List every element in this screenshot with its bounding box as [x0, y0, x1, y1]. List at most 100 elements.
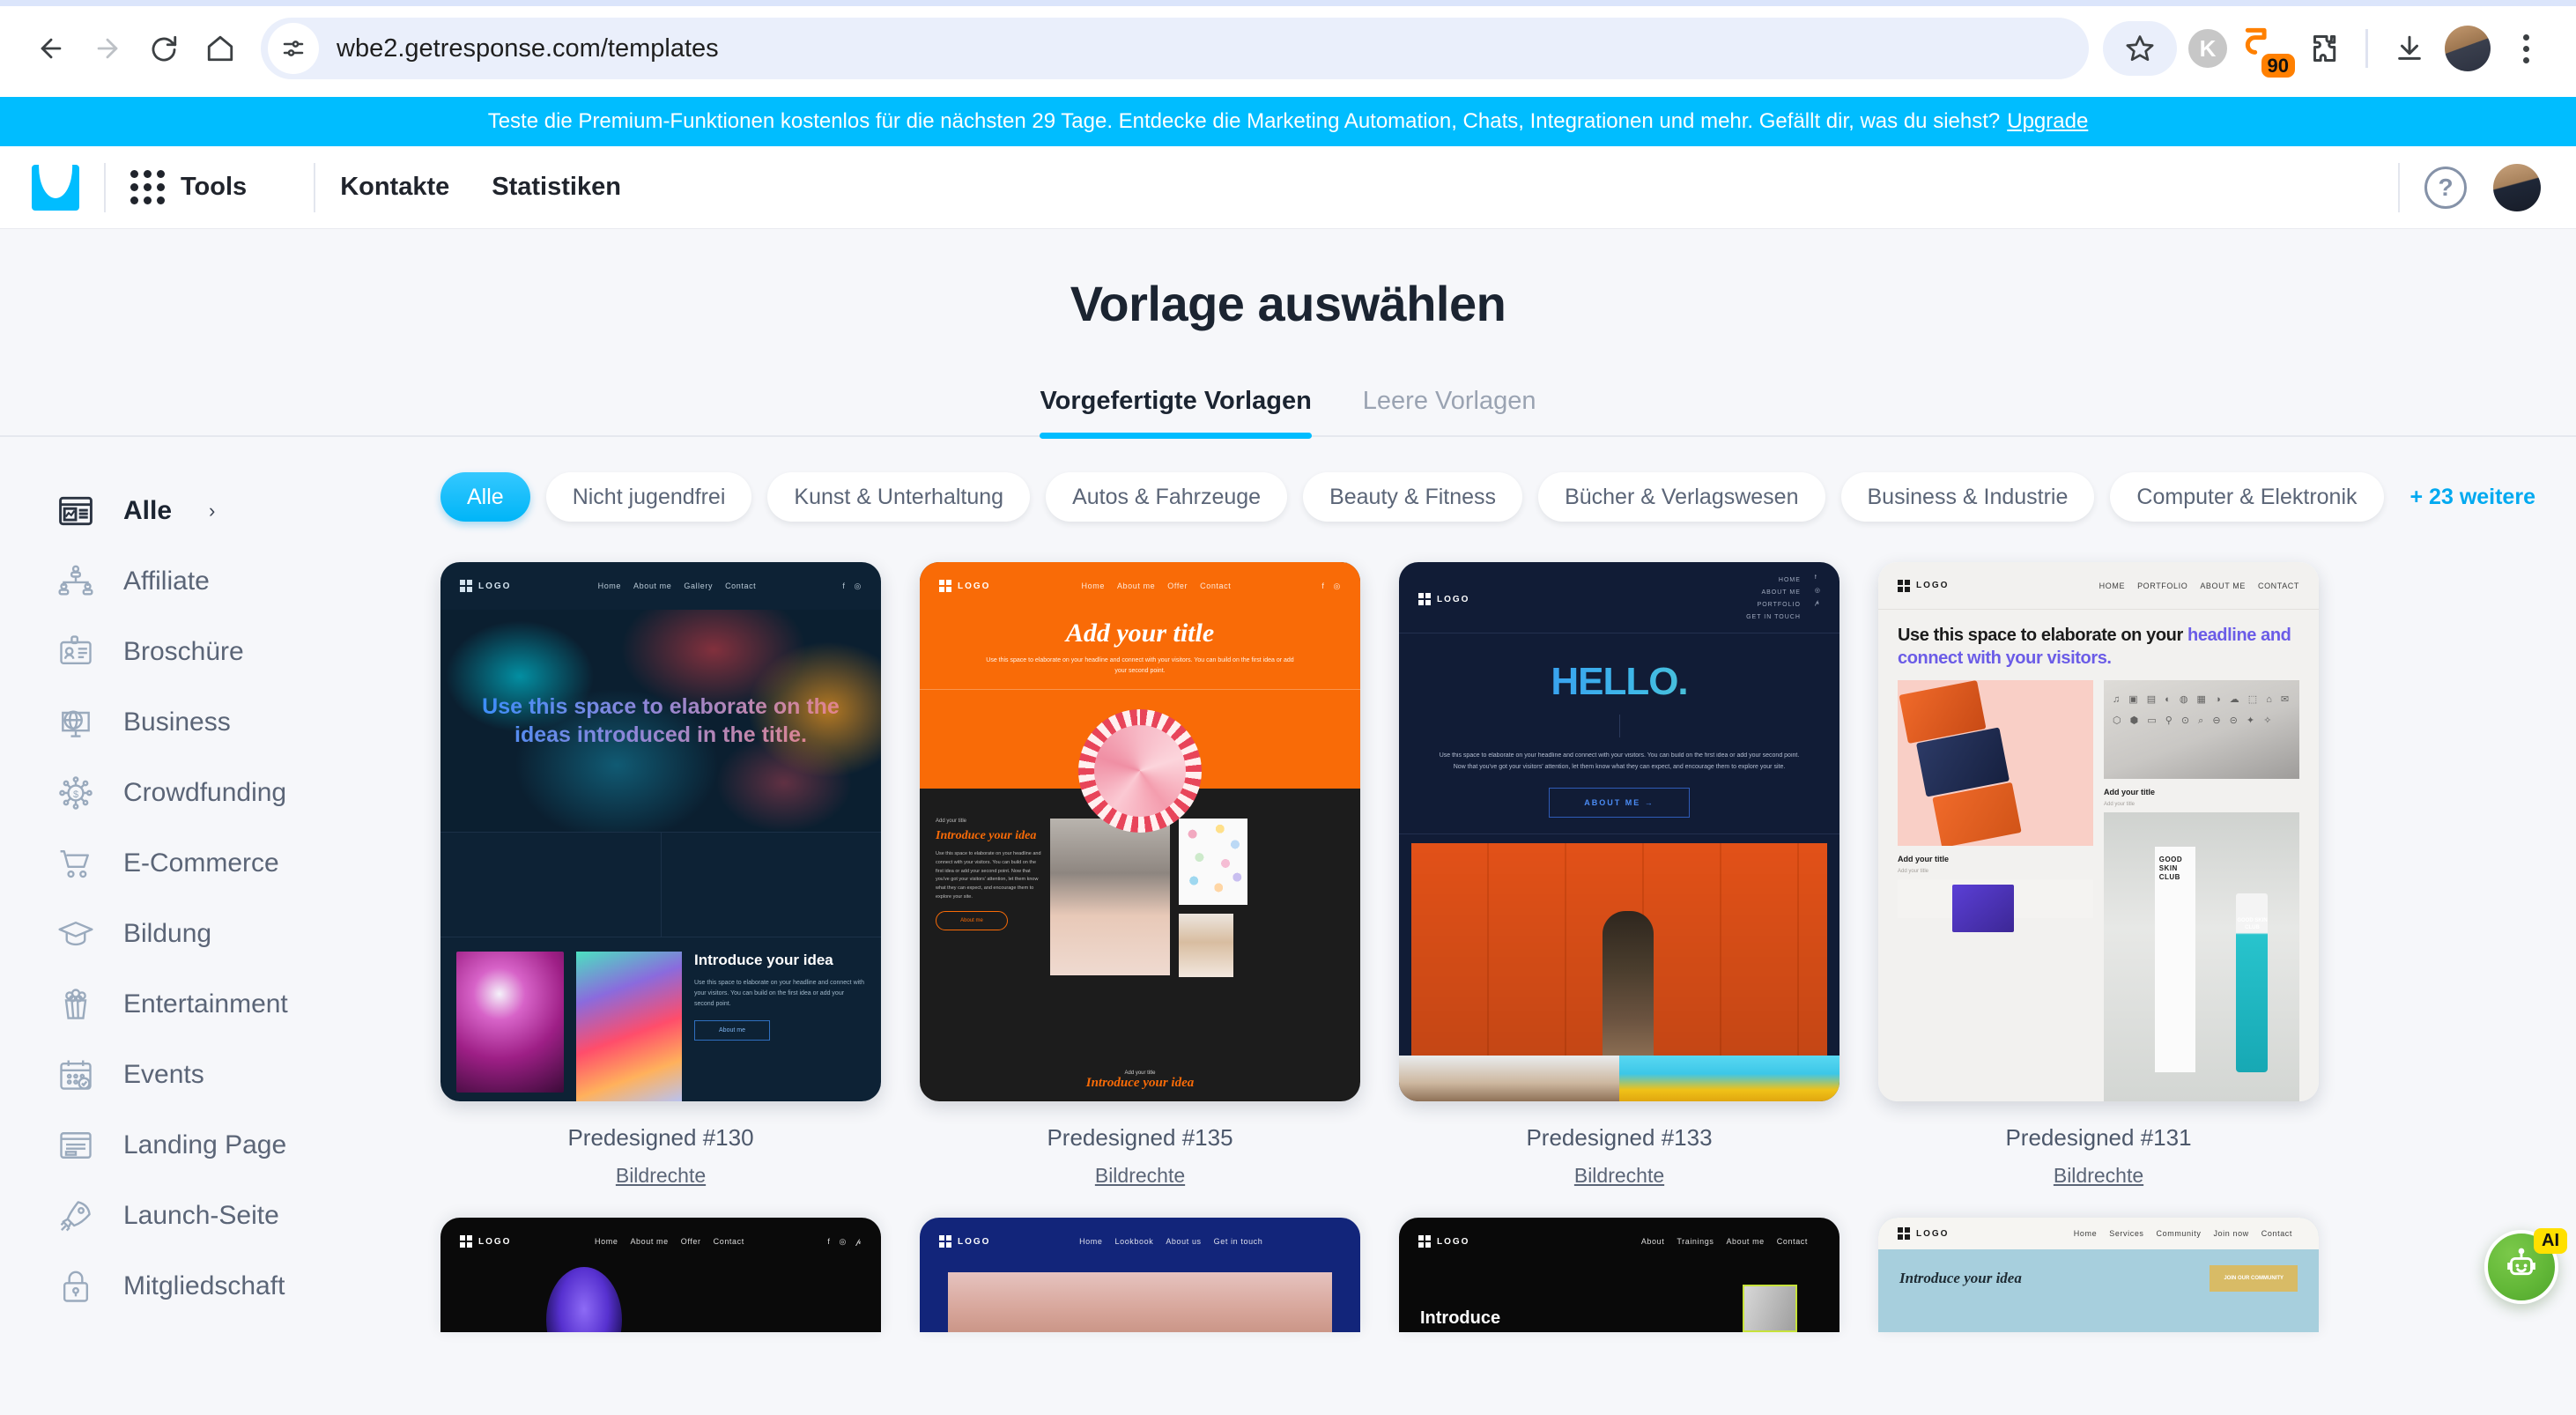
toolbar-divider: [2365, 29, 2368, 68]
browser-chart-icon: [55, 490, 97, 532]
chip-nicht-jugendfrei[interactable]: Nicht jugendfrei: [545, 472, 752, 522]
template-name: Predesigned #133: [1526, 1124, 1713, 1151]
mini-logo-text: LOGO: [1916, 1228, 1950, 1239]
sidebar-item-business[interactable]: Business: [0, 687, 414, 758]
extension-count-icon[interactable]: 90: [2239, 21, 2295, 78]
template-thumbnail[interactable]: LOGO Home About me Offer Contact f ◎ 𝓅: [440, 1218, 881, 1332]
mini-logo: LOGO: [1418, 574, 1469, 624]
sidebar-item-broschure[interactable]: Broschüre: [0, 617, 414, 687]
back-button[interactable]: [23, 20, 79, 77]
template-credit-link[interactable]: Bildrechte: [920, 1164, 1360, 1188]
template-card[interactable]: LOGO HOME PORTFOLIO ABOUT ME CONTACT Use…: [1878, 562, 2319, 1188]
chips-more-link[interactable]: + 23 weitere: [2410, 485, 2535, 510]
mini-nav-link: Home: [595, 1237, 618, 1246]
sidebar-item-entertainment[interactable]: Entertainment: [0, 969, 414, 1040]
browser-menu-icon[interactable]: [2498, 21, 2553, 76]
template-cta-button: About me: [936, 911, 1008, 931]
chip-kunst-unterhaltung[interactable]: Kunst & Unterhaltung: [767, 472, 1031, 522]
sidebar-item-bildung[interactable]: Bildung: [0, 899, 414, 969]
chip-alle[interactable]: Alle: [440, 472, 530, 522]
mini-nav-link: Home: [2073, 1229, 2098, 1238]
chevron-right-icon: ›: [209, 500, 216, 522]
sidebar-label-entertainment: Entertainment: [123, 989, 288, 1019]
home-button[interactable]: [192, 20, 248, 77]
nav-tools[interactable]: Tools: [181, 173, 247, 202]
template-credit-link[interactable]: Bildrechte: [1878, 1164, 2319, 1188]
browser-profile-avatar[interactable]: [2440, 21, 2495, 76]
mini-nav-link: Services: [2109, 1229, 2144, 1238]
sidebar-item-launch-seite[interactable]: Launch-Seite: [0, 1181, 414, 1251]
template-section-title: Introduce your idea: [936, 828, 1037, 842]
template-credit-link[interactable]: Bildrechte: [1399, 1164, 1839, 1188]
mini-nav-link: CONTACT: [2257, 581, 2299, 590]
apps-grid-icon[interactable]: [130, 170, 165, 204]
promo-upgrade-link[interactable]: Upgrade: [2007, 109, 2088, 134]
sidebar-item-crowdfunding[interactable]: $ Crowdfunding: [0, 758, 414, 828]
mini-nav-link: About me: [630, 1237, 669, 1246]
sidebar-item-mitgliedschaft[interactable]: Mitgliedschaft: [0, 1251, 414, 1322]
mini-nav-link: Contact: [1200, 582, 1232, 590]
template-card[interactable]: LOGO HOME ABOUT ME PORTFOLIO GET IN TOUC…: [1399, 562, 1839, 1188]
forward-button[interactable]: [79, 20, 136, 77]
template-subhead: Use this space to elaborate on your head…: [920, 656, 1360, 690]
page-body: Vorlage auswählen Vorgefertigte Vorlagen…: [0, 229, 2576, 1415]
template-image: [1078, 708, 1202, 833]
template-thumbnail[interactable]: LOGO Home Lookbook About us Get in touch: [920, 1218, 1360, 1332]
nav-kontakte[interactable]: Kontakte: [340, 173, 449, 202]
extensions-puzzle-icon[interactable]: [2297, 21, 2351, 76]
sidebar-item-landing-page[interactable]: Landing Page: [0, 1110, 414, 1181]
sidebar-item-events[interactable]: Events: [0, 1040, 414, 1110]
template-card[interactable]: LOGO Home About me Gallery Contact f ◎ U…: [440, 562, 881, 1188]
chip-bucher-verlagswesen[interactable]: Bücher & Verlagswesen: [1538, 472, 1825, 522]
help-icon[interactable]: ?: [2424, 166, 2467, 209]
ai-badge-label: AI: [2534, 1228, 2567, 1254]
template-thumbnail[interactable]: LOGO HOME ABOUT ME PORTFOLIO GET IN TOUC…: [1399, 562, 1839, 1101]
address-bar[interactable]: wbe2.getresponse.com/templates: [261, 18, 2089, 79]
sidebar-item-ecommerce[interactable]: E-Commerce: [0, 828, 414, 899]
ai-assistant-button[interactable]: AI: [2484, 1228, 2567, 1304]
mini-nav-link: About us: [1166, 1237, 1202, 1246]
mini-nav-link: Lookbook: [1114, 1237, 1154, 1246]
tab-vorgefertigte-vorlagen[interactable]: Vorgefertigte Vorlagen: [1040, 387, 1313, 439]
template-image: [1179, 913, 1233, 977]
chip-computer-elektronik[interactable]: Computer & Elektronik: [2110, 472, 2384, 522]
site-info-icon[interactable]: [268, 23, 319, 74]
mini-nav-links: Home Lookbook About us Get in touch: [1079, 1237, 1262, 1246]
getresponse-logo-icon[interactable]: [32, 164, 79, 211]
mini-nav-links: Home About me Offer Contact: [595, 1237, 744, 1246]
chip-beauty-fitness[interactable]: Beauty & Fitness: [1303, 472, 1523, 522]
sidebar-item-alle[interactable]: Alle ›: [0, 476, 414, 546]
mini-nav-link: PORTFOLIO: [1757, 602, 1801, 608]
template-cta-button: ABOUT ME →: [1549, 787, 1690, 818]
mini-logo: LOGO: [460, 580, 511, 592]
template-thumbnail[interactable]: LOGO About Trainings About me Contact In…: [1399, 1218, 1839, 1332]
mini-nav-link: About: [1640, 1237, 1665, 1246]
user-avatar[interactable]: [2493, 163, 2541, 211]
template-footer-title: Introduce your idea: [1085, 1076, 1195, 1090]
template-thumbnail[interactable]: LOGO HOME PORTFOLIO ABOUT ME CONTACT Use…: [1878, 562, 2319, 1101]
downloads-icon[interactable]: [2382, 21, 2437, 76]
nav-statistiken[interactable]: Statistiken: [492, 173, 621, 202]
template-thumbnail[interactable]: LOGO Home About me Offer Contact f ◎ Add…: [920, 562, 1360, 1101]
extension-badge-count: 90: [2261, 53, 2295, 78]
mini-nav-link: Gallery: [684, 582, 714, 590]
chip-autos-fahrzeuge[interactable]: Autos & Fahrzeuge: [1046, 472, 1288, 522]
template-card[interactable]: LOGO Home About me Offer Contact f ◎ Add…: [920, 562, 1360, 1188]
profile-k-icon[interactable]: K: [2180, 21, 2235, 76]
template-headline: Introduce your idea: [1899, 1270, 2022, 1286]
reload-button[interactable]: [136, 20, 192, 77]
sidebar-item-affiliate[interactable]: Affiliate: [0, 546, 414, 617]
template-thumbnail[interactable]: LOGO Home Services Community Join now Co…: [1878, 1218, 2319, 1332]
mini-nav-link: Join now: [2213, 1229, 2249, 1238]
tab-leere-vorlagen[interactable]: Leere Vorlagen: [1363, 387, 1536, 435]
header-divider: [104, 162, 106, 212]
chip-business-industrie[interactable]: Business & Industrie: [1840, 472, 2095, 522]
mini-nav-link: Contact: [2261, 1229, 2292, 1238]
template-thumbnail[interactable]: LOGO Home About me Gallery Contact f ◎ U…: [440, 562, 881, 1101]
graduation-cap-icon: [55, 913, 97, 955]
templates-grid: LOGO Home About me Gallery Contact f ◎ U…: [440, 562, 2541, 1188]
template-credit-link[interactable]: Bildrechte: [440, 1164, 881, 1188]
bookmark-star-icon[interactable]: [2103, 21, 2177, 76]
template-image: [1898, 680, 2093, 846]
sidebar-label-crowdfunding: Crowdfunding: [123, 778, 287, 807]
